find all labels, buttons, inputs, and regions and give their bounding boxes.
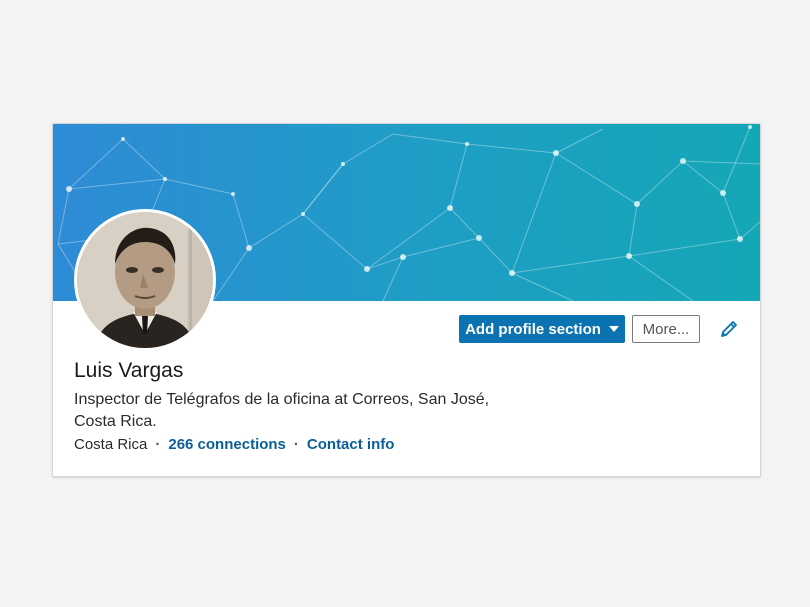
separator-dot: · bbox=[293, 436, 299, 453]
connections-link[interactable]: 266 connections bbox=[168, 436, 286, 453]
profile-photo[interactable] bbox=[74, 209, 216, 351]
headline-line-1: Inspector de Telégrafos de la oficina at… bbox=[74, 391, 490, 408]
caret-down-icon bbox=[608, 326, 619, 332]
add-profile-section-label: Add profile section bbox=[465, 320, 601, 338]
profile-name: Luis Vargas bbox=[74, 359, 184, 382]
separator-dot: · bbox=[155, 436, 161, 453]
profile-headline: Inspector de Telégrafos de la oficina at… bbox=[74, 389, 504, 433]
headline-line-2: Costa Rica. bbox=[74, 413, 157, 430]
more-button[interactable]: More... bbox=[632, 315, 700, 343]
profile-location: Costa Rica bbox=[74, 436, 148, 453]
pencil-icon bbox=[721, 321, 737, 337]
contact-info-link[interactable]: Contact info bbox=[307, 436, 395, 453]
add-profile-section-button[interactable]: Add profile section bbox=[459, 315, 625, 343]
profile-meta: Costa Rica · 266 connections · Contact i… bbox=[74, 436, 394, 453]
person-portrait-image bbox=[77, 212, 213, 348]
profile-card: Add profile section More... Luis Vargas … bbox=[52, 123, 761, 477]
edit-profile-button[interactable] bbox=[717, 317, 741, 341]
